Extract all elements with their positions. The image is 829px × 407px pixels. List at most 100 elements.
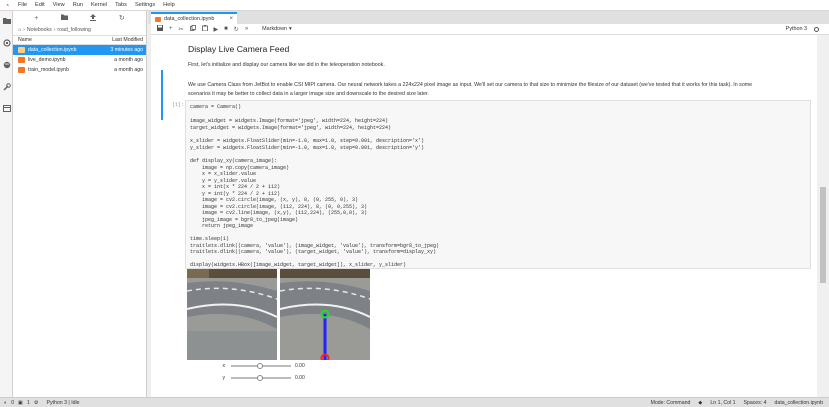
- cut-icon[interactable]: ✂: [179, 26, 184, 33]
- slider-track[interactable]: [231, 362, 291, 369]
- column-name-header[interactable]: Name: [18, 37, 32, 43]
- notebook-tab-icon: [155, 16, 161, 22]
- insert-cell-icon[interactable]: +: [169, 26, 173, 32]
- column-modified-header[interactable]: Last Modified: [112, 37, 143, 43]
- kernel-status-text[interactable]: Python 3 | Idle: [46, 400, 79, 406]
- copy-icon[interactable]: [189, 25, 196, 33]
- wrench-icon[interactable]: [2, 82, 11, 91]
- menu-tabs[interactable]: Tabs: [111, 0, 131, 11]
- fast-forward-icon[interactable]: »: [245, 26, 248, 32]
- notebook-scrollbar[interactable]: [817, 35, 829, 397]
- home-icon[interactable]: ⌂: [18, 27, 21, 33]
- cursor-position[interactable]: Ln 1, Col 1: [710, 400, 735, 406]
- notebook-toolbar: + ✂ ▶ ■ ↻ » Markdown ▾ Python 3: [151, 24, 829, 35]
- markdown-heading: Display Live Camera Feed: [188, 44, 290, 54]
- code-line: y_slider = widgets.FloatSlider(min=-1.0,…: [190, 144, 425, 151]
- bell-icon[interactable]: ◆: [698, 400, 702, 406]
- code-cell[interactable]: camera = Camera() image_widget = widgets…: [185, 100, 811, 269]
- chevron-down-icon: ▾: [289, 26, 292, 32]
- notebook-content[interactable]: Display Live Camera Feed First, let's in…: [151, 35, 817, 397]
- code-line: traitlets.dlink((camera, 'value'), (imag…: [190, 242, 440, 249]
- palette-icon[interactable]: [2, 60, 11, 69]
- folder-icon[interactable]: [2, 16, 11, 25]
- file-name: data_collection.ipynb: [28, 47, 77, 53]
- new-folder-icon[interactable]: [60, 14, 68, 22]
- menu-edit[interactable]: Edit: [31, 0, 49, 11]
- notebook-file-icon: [18, 47, 25, 53]
- menu-run[interactable]: Run: [69, 0, 87, 11]
- simple-toggle-icon[interactable]: ◐: [4, 400, 7, 406]
- code-line: traitlets.dlink((camera, 'value'), (targ…: [190, 249, 437, 255]
- code-line: image = cv2.circle(image, (x, y), 8, (0,…: [190, 197, 359, 203]
- breadcrumb: ⌂ › Notebooks › road_following: [13, 25, 146, 36]
- menu-help[interactable]: Help: [159, 0, 179, 11]
- menu-settings[interactable]: Settings: [131, 0, 159, 11]
- tab-label: data_collection.ipynb: [164, 16, 215, 22]
- camera-image-output: [187, 269, 277, 360]
- slider-handle[interactable]: [257, 362, 263, 369]
- refresh-icon[interactable]: ↻: [119, 14, 125, 22]
- indent-spaces[interactable]: Spaces: 4: [743, 400, 766, 406]
- restart-icon[interactable]: ↻: [234, 26, 239, 33]
- notebook-panel: data_collection.ipynb × + ✂ ▶ ■ ↻ » Mark…: [148, 11, 829, 397]
- tab-data-collection[interactable]: data_collection.ipynb ×: [151, 12, 237, 24]
- save-icon[interactable]: [157, 25, 163, 33]
- mode-indicator: Mode: Command: [650, 400, 691, 406]
- code-line: image_widget = widgets.Image(format='jpe…: [190, 118, 389, 124]
- kernel-idle-icon: [814, 27, 819, 32]
- stop-icon[interactable]: ■: [224, 26, 228, 32]
- code-line: image = np.copy(camera_image): [190, 164, 290, 171]
- target-image-output: [280, 269, 370, 360]
- paste-icon[interactable]: [201, 25, 208, 33]
- upload-icon[interactable]: [90, 13, 97, 23]
- file-name: live_demo.ipynb: [28, 57, 66, 63]
- code-line: x = int(x * 224 / 2 + 112): [190, 184, 281, 190]
- slider-label: x: [222, 363, 226, 369]
- breadcrumb-notebooks[interactable]: Notebooks: [27, 27, 52, 33]
- file-modified: a month ago: [114, 67, 143, 73]
- menu-view[interactable]: View: [49, 0, 69, 11]
- menu-file[interactable]: File: [14, 0, 31, 11]
- close-icon[interactable]: ×: [229, 16, 233, 22]
- x-slider[interactable]: x 0.00: [215, 362, 305, 370]
- left-activity-bar: [0, 11, 13, 397]
- status-bar: ◐ 0 ▣ 1 ⚙ Python 3 | Idle Mode: Command …: [0, 397, 829, 407]
- y-slider[interactable]: y 0.00: [215, 374, 305, 382]
- breadcrumb-road-following[interactable]: road_following: [57, 27, 90, 33]
- new-launcher-icon[interactable]: +: [34, 15, 38, 22]
- tabs-icon[interactable]: [2, 104, 11, 113]
- terminal-count: 0: [11, 399, 15, 406]
- list-item[interactable]: train_model.ipynb a month ago: [13, 65, 146, 75]
- file-browser-toolbar: + ↻: [13, 11, 146, 25]
- kernel-name[interactable]: Python 3: [786, 26, 807, 32]
- kernel-icon: ⚙: [33, 399, 39, 406]
- list-item[interactable]: data_collection.ipynb 3 minutes ago: [13, 45, 146, 55]
- paragraph-line: scenarios it may be better to collect da…: [188, 90, 429, 97]
- cell-type-select[interactable]: Markdown ▾: [262, 26, 292, 32]
- active-cell-indicator: [161, 70, 163, 120]
- status-bar-right: Mode: Command ◆ Ln 1, Col 1 Spaces: 4 da…: [651, 398, 823, 407]
- code-line: y = int(y * 224 / 2 + 112): [190, 190, 281, 197]
- kernel-count: 1: [26, 399, 30, 406]
- slider-handle[interactable]: [257, 374, 263, 381]
- slider-label: y: [222, 375, 226, 381]
- jupyterlab-window: ◔ File Edit View Run Kernel Tabs Setting…: [0, 0, 829, 407]
- running-icon[interactable]: [2, 38, 11, 47]
- file-browser: + ↻ ⌂ › Notebooks › road_following Name …: [13, 11, 147, 397]
- markdown-paragraph: We use Camera Class from JetBot to enabl…: [188, 81, 808, 98]
- markdown-paragraph: First, let's initialize and display our …: [188, 62, 385, 68]
- code-line: x = x_slider.value: [190, 171, 257, 177]
- tab-bar: data_collection.ipynb ×: [148, 11, 829, 24]
- code-line: return jpeg_image: [190, 223, 254, 229]
- current-file-name: data_collection.ipynb: [774, 400, 823, 406]
- code-line: time.sleep(1): [190, 236, 230, 242]
- list-item[interactable]: live_demo.ipynb a month ago: [13, 55, 146, 65]
- menu-kernel[interactable]: Kernel: [87, 0, 111, 11]
- jupyter-logo-icon: ◔: [4, 0, 10, 10]
- run-icon[interactable]: ▶: [214, 26, 219, 33]
- file-list-header: Name Last Modified: [13, 36, 146, 45]
- code-line: image = cv2.circle(image, (112, 224), 8,…: [190, 203, 368, 210]
- notebook-file-icon: [18, 67, 25, 73]
- slider-track[interactable]: [231, 374, 291, 381]
- scrollbar-thumb[interactable]: [820, 187, 826, 283]
